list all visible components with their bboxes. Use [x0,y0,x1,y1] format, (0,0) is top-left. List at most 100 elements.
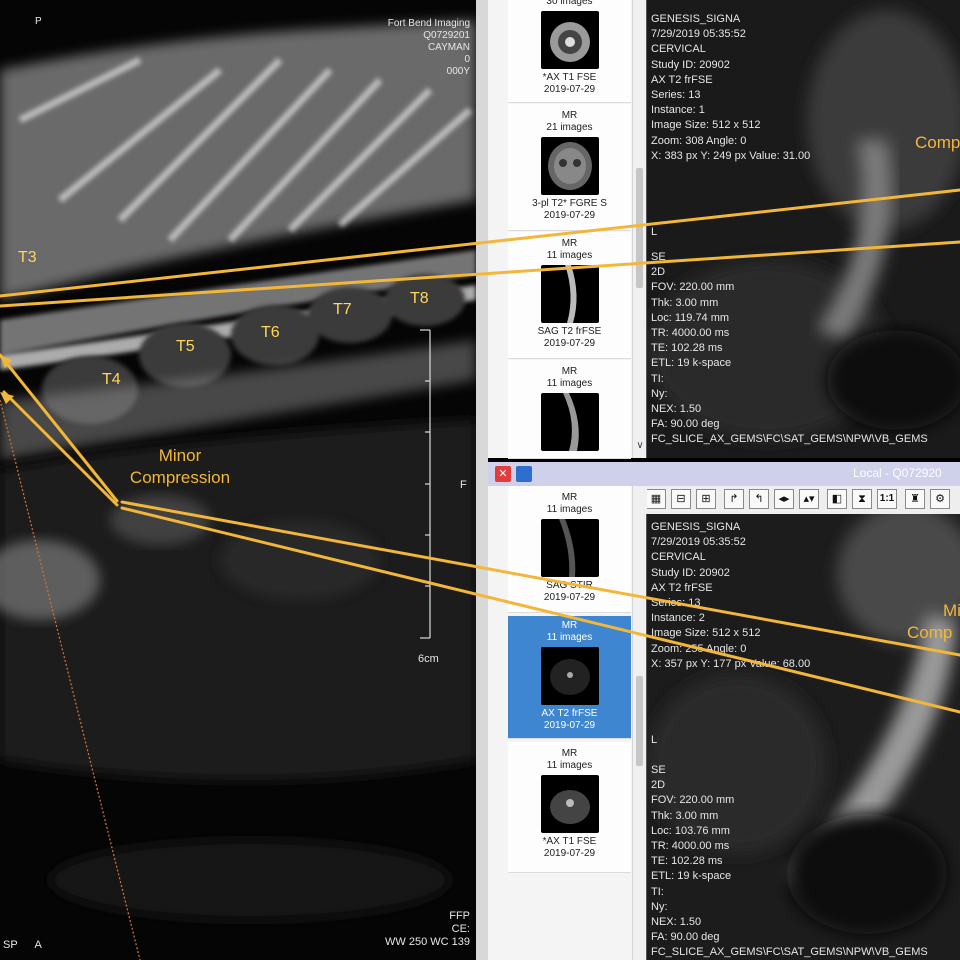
orientation-left: L [651,734,658,746]
flip-horizontal-button[interactable]: ◂▸ [774,489,794,509]
param-line: TR: 4000.00 ms [651,326,730,339]
vertebra-label-t3: T3 [18,249,37,266]
series-date: 2019-07-29 [543,84,596,95]
series-date: 2019-07-29 [543,720,596,731]
scroll-thumb[interactable] [636,168,643,288]
series-thumb-sag-stir[interactable]: MR 11 images SAG STIR 2019-07-29 [508,486,631,613]
series-thumbnail [540,265,599,323]
window-icon[interactable] [516,466,532,482]
overlay-word: SP [3,939,18,951]
series-strip-bottom-scrollbar[interactable] [632,486,647,960]
scale-label: 6cm [418,653,439,665]
axial-viewer-top[interactable]: GENESIS_SIGNA 7/29/2019 05:35:52 CERVICA… [646,0,960,458]
overlay-line: CERVICAL [651,551,706,564]
window-level-button[interactable]: ⧗ [852,489,872,509]
overlay-line: Fort Bend Imaging [387,18,470,29]
series-thumb-partial[interactable]: MR 11 images [508,360,631,459]
invert-button[interactable]: ◧ [827,489,847,509]
param-line: TI: [651,885,664,898]
sagittal-viewer[interactable]: P Fort Bend Imaging Q0729201 CAYMAN 0 00… [0,0,476,960]
series-modality: MR [561,110,578,121]
series-modality: MR [561,238,578,249]
overlay-line: 7/29/2019 05:35:52 [651,536,746,549]
actual-size-button[interactable]: 1:1 [877,489,897,509]
series-thumb-ax-t2-frfse-selected[interactable]: MR 11 images AX T2 frFSE 2019-07-29 [508,616,631,739]
sagittal-bottom-right-overlay: FFP CE: WW 250 WC 139 [385,910,470,949]
axial-viewer-bottom[interactable]: GENESIS_SIGNA 7/29/2019 05:35:52 CERVICA… [646,514,960,960]
orientation-right: F [460,479,467,491]
minor-compression-annotation-bottom[interactable]: Mi Comp [907,600,960,644]
overlay-line: Instance: 1 [651,104,705,117]
axial-top-params: SE 2D FOV: 220.00 mm Thk: 3.00 mm Loc: 1… [651,250,928,447]
annotation-line-2: Comp [907,623,953,642]
layout-grid-button[interactable]: ▦ [646,489,666,509]
series-thumbnail [540,775,599,833]
series-modality: MR [561,748,578,759]
param-line: FC_SLICE_AX_GEMS\FC\SAT_GEMS\NPW\VB_GEMS [651,946,928,959]
panel-title: Local - Q072920 [853,466,942,480]
overlay-line: Instance: 2 [651,612,705,625]
series-count: 11 images [546,760,593,771]
series-date: 2019-07-29 [543,210,596,221]
overlay-line: CAYMAN [427,42,470,53]
compression-annotation-top[interactable]: Comp [915,132,960,154]
vertebra-label-t5: T5 [176,338,195,355]
vertebra-label-t8: T8 [410,290,429,307]
scroll-down-arrow[interactable]: ∨ [633,440,647,451]
param-line: Ny: [651,900,668,913]
param-line: FC_SLICE_AX_GEMS\FC\SAT_GEMS\NPW\VB_GEMS [651,433,928,446]
param-line: NEX: 1.50 [651,402,702,415]
series-count: 11 images [546,632,593,643]
split-horizontal-button[interactable]: ⊟ [671,489,691,509]
overlay-line: 7/29/2019 05:35:52 [651,28,746,41]
overlay-line: Study ID: 20902 [651,566,730,579]
settings-gear-icon[interactable]: ⚙ [930,489,950,509]
axial-bottom-params: SE 2D FOV: 220.00 mm Thk: 3.00 mm Loc: 1… [651,763,928,960]
overlay-line: AX T2 frFSE [651,581,713,594]
vertebra-label-t6: T6 [261,324,280,341]
annotation-line-1: Minor [158,446,202,465]
series-strip-top[interactable]: 30 images *AX T1 FSE 2019-07-29 MR 21 im… [488,0,647,459]
param-line: NEX: 1.50 [651,915,702,928]
series-label: SAG STIR [546,580,593,591]
local-panel-titlebar[interactable]: ✕ Local - Q072920 [488,462,960,486]
param-line: FOV: 220.00 mm [651,794,735,807]
series-thumb-sag-t2-frfse[interactable]: MR 11 images SAG T2 frFSE 2019-07-29 [508,232,631,359]
series-thumb-3pl-t2-fgre[interactable]: MR 21 images 3-pl T2* FGRE S 2019-07-29 [508,104,631,231]
rotate-right-button[interactable]: ↱ [724,489,744,509]
param-line: Thk: 3.00 mm [651,809,719,822]
series-count: 11 images [546,378,593,389]
series-strip-top-scrollbar[interactable]: ∨ [632,0,647,458]
series-count: 11 images [546,504,593,515]
param-line: FOV: 220.00 mm [651,281,735,294]
series-strip-bottom[interactable]: MR 11 images SAG STIR 2019-07-29 MR 11 i… [488,486,647,960]
series-modality: MR [561,366,578,377]
series-date: 2019-07-29 [543,848,596,859]
overlay-line: Series: 13 [651,596,701,609]
split-vertical-button[interactable]: ⊞ [696,489,716,509]
param-line: 2D [651,266,666,279]
overlay-line: FFP [449,910,470,922]
overlay-line: X: 383 px Y: 249 px Value: 31.00 [651,149,811,162]
series-thumbnail [540,647,599,705]
series-thumbnail [540,393,599,451]
vertical-divider[interactable] [476,0,488,960]
overlay-line: Series: 13 [651,88,701,101]
param-line: TR: 4000.00 ms [651,839,730,852]
series-count: 30 images [546,0,593,7]
series-thumb-ax-t1-fse[interactable]: 30 images *AX T1 FSE 2019-07-29 [508,0,631,103]
flip-vertical-button[interactable]: ▴▾ [799,489,819,509]
overlay-word: A [34,939,42,951]
param-line: SE [651,251,666,263]
series-thumb-ax-t1-fse-bottom[interactable]: MR 11 images *AX T1 FSE 2019-07-29 [508,742,631,873]
scroll-thumb[interactable] [636,676,643,766]
sagittal-bottom-left-overlay: SP A [3,938,42,952]
tool-button[interactable]: ♜ [905,489,925,509]
overlay-line: CE: [451,923,470,935]
minor-compression-annotation[interactable]: Minor Compression [110,445,250,489]
overlay-line: Image Size: 512 x 512 [651,627,761,640]
close-button[interactable]: ✕ [495,466,511,482]
rotate-left-button[interactable]: ↰ [749,489,769,509]
series-thumbnail [540,519,599,577]
param-line: Loc: 119.74 mm [651,311,730,324]
